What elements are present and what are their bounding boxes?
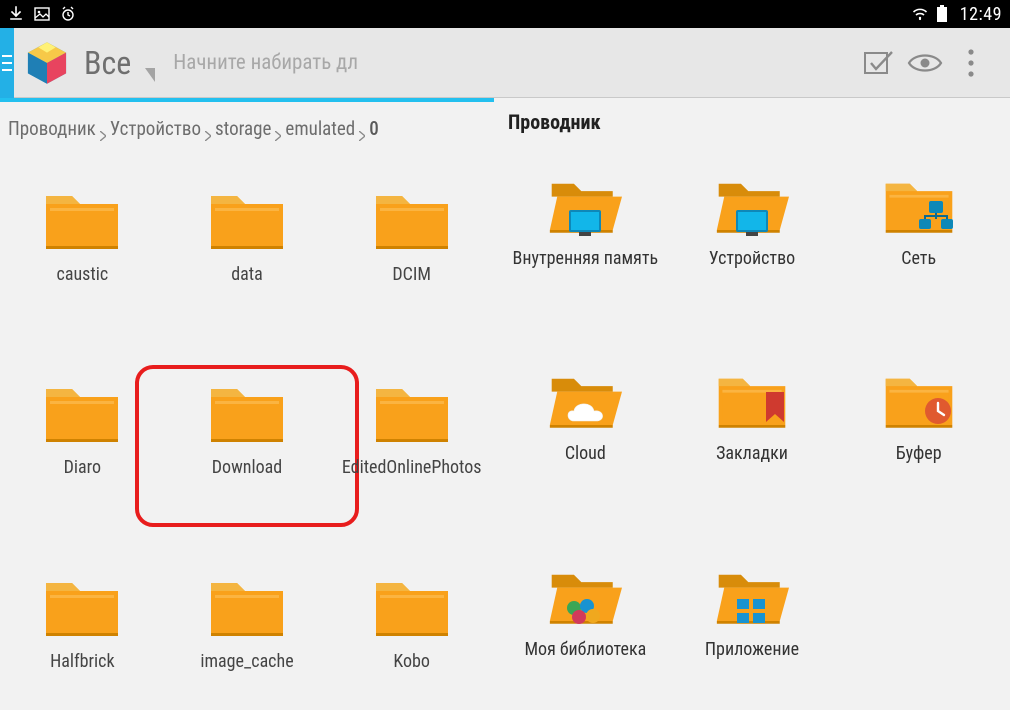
battery-status-icon [936,5,948,23]
folder-icon [207,379,287,445]
folder-grid-right: Внутренняя память Устройство Сеть [494,146,1010,710]
folder-bookmark-icon [712,367,792,433]
chevron-right-icon [275,123,281,133]
status-time: 12:49 [960,4,1002,25]
folder-item[interactable]: data [165,186,330,323]
folder-label: Cloud [565,443,606,464]
search-input[interactable] [173,51,437,75]
chevron-right-icon [359,123,365,133]
folder-label: Halfbrick [50,651,115,672]
folder-item[interactable]: DCIM [329,186,494,323]
folder-network-icon [879,172,959,238]
folder-clock-icon [879,367,959,433]
folder-icon [372,379,452,445]
location-internal-memory[interactable]: Внутренняя память [502,172,669,319]
breadcrumb-item[interactable]: Устройство [110,117,201,140]
picture-status-icon [34,6,50,22]
location-device[interactable]: Устройство [669,172,836,319]
folder-icon [372,186,452,252]
folder-label: Закладки [716,443,788,464]
folder-icon [372,573,452,639]
folder-label: Устройство [709,248,795,269]
folder-icon [42,186,122,252]
breadcrumb[interactable]: Проводник Устройство storage emulated 0 [0,102,494,146]
folder-label: Моя библиотека [524,639,646,660]
alarm-status-icon [60,6,76,22]
location-cloud[interactable]: Cloud [502,367,669,514]
folder-item[interactable]: Diaro [0,379,165,516]
folder-item[interactable]: caustic [0,186,165,323]
wifi-status-icon [912,6,928,22]
folder-label: EditedOnlinePhotos [342,457,482,478]
folder-label: Diaro [64,457,101,478]
folder-library-icon [545,563,625,629]
folder-icon [42,379,122,445]
chevron-right-icon [205,123,211,133]
folder-item[interactable]: Kobo [329,573,494,710]
folder-label: Буфер [896,443,942,464]
folder-label: Download [212,457,282,478]
title-dropdown-icon[interactable] [145,68,155,82]
folder-label: Сеть [901,248,936,269]
breadcrumb-item[interactable]: 0 [369,117,379,140]
location-buffer[interactable]: Буфер [835,367,1002,514]
visibility-button[interactable] [902,40,948,86]
app-toolbar: Все [0,28,1010,98]
download-status-icon [8,6,24,22]
folder-item[interactable]: Halfbrick [0,573,165,710]
folder-memory-icon [545,172,625,238]
folder-apps-icon [712,563,792,629]
folder-icon [207,186,287,252]
folder-item[interactable]: image_cache [165,573,330,710]
status-bar: 12:49 [0,0,1010,28]
right-pane: Проводник Внутренняя память Устройство [494,98,1010,710]
overflow-menu-button[interactable] [948,40,994,86]
folder-item-download[interactable]: Download [165,379,330,516]
folder-label: caustic [57,264,109,285]
location-library[interactable]: Моя библиотека [502,563,669,710]
folder-label: Kobo [393,651,430,672]
main-split: Проводник Устройство storage emulated 0 … [0,98,1010,710]
folder-icon [207,573,287,639]
folder-label: DCIM [392,264,431,285]
location-bookmarks[interactable]: Закладки [669,367,836,514]
folder-label: image_cache [200,651,293,672]
folder-cloud-icon [545,367,625,433]
folder-item[interactable]: EditedOnlinePhotos [329,379,494,516]
folder-label: data [231,264,263,285]
chevron-right-icon [100,123,106,133]
folder-grid-left: caustic data DCIM Diaro Download Edi [0,146,494,710]
right-pane-title: Проводник [494,102,1010,146]
app-logo-icon [18,34,76,92]
breadcrumb-item[interactable]: emulated [285,117,355,140]
location-apps[interactable]: Приложение [669,563,836,710]
folder-device-icon [712,172,792,238]
toolbar-title[interactable]: Все [84,44,131,82]
folder-label: Внутренняя память [513,248,659,269]
menu-drawer-button[interactable] [0,28,14,98]
left-pane: Проводник Устройство storage emulated 0 … [0,98,494,710]
folder-label: Приложение [705,639,799,660]
location-network[interactable]: Сеть [835,172,1002,319]
breadcrumb-item[interactable]: Проводник [8,117,96,140]
folder-icon [42,573,122,639]
breadcrumb-item[interactable]: storage [215,117,271,140]
select-mode-button[interactable] [856,40,902,86]
